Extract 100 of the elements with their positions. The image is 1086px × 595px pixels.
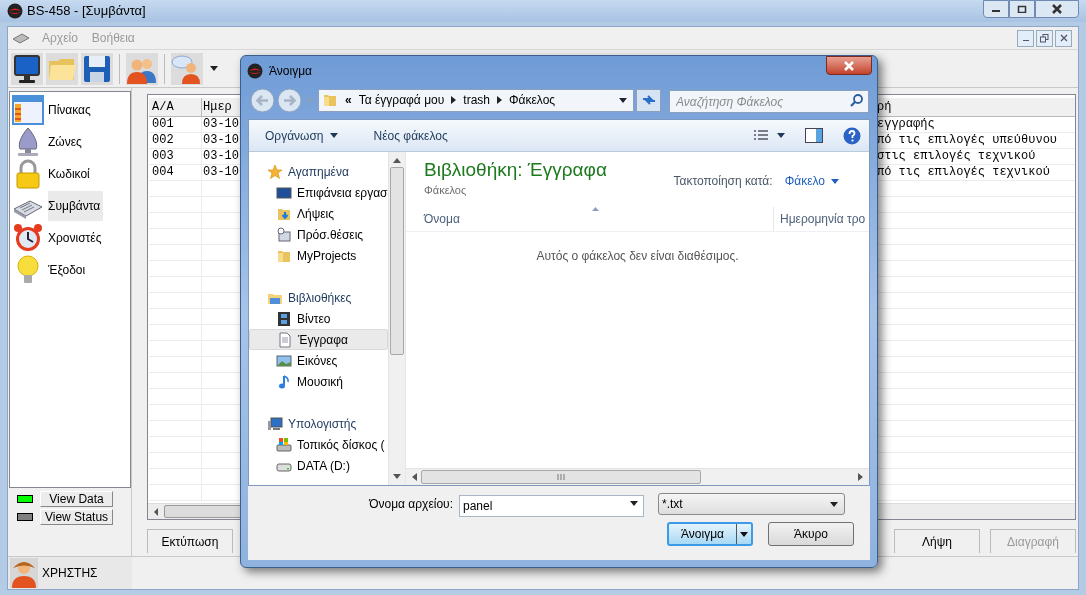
- preview-pane-icon[interactable]: [805, 128, 823, 143]
- nav-item[interactable]: DATA (D:): [249, 455, 388, 476]
- scrollbar[interactable]: [388, 152, 405, 485]
- left-arrow-icon: [412, 473, 417, 481]
- nav-item[interactable]: Συμβάντα: [48, 191, 104, 221]
- scrollbar[interactable]: [406, 468, 869, 485]
- user-icon: [10, 558, 38, 588]
- refresh-icon: [641, 94, 656, 106]
- close-button[interactable]: [826, 56, 872, 75]
- view-button[interactable]: View Data: [40, 491, 113, 507]
- view-button[interactable]: View Status: [40, 509, 113, 525]
- table-icon: [12, 95, 44, 125]
- address-bar[interactable]: « Τα έγγραφά μου trash Φάκελος: [318, 88, 635, 112]
- chat-user-icon[interactable]: [171, 52, 203, 85]
- maximize-button[interactable]: [1009, 0, 1035, 18]
- column-header[interactable]: A/A: [149, 98, 202, 116]
- nav-item[interactable]: MyProjects: [249, 245, 388, 266]
- arrange-label: Τακτοποίηση κατά:: [673, 173, 773, 190]
- breadcrumb-item[interactable]: Τα έγγραφά μου: [358, 91, 445, 109]
- forward-icon[interactable]: [277, 87, 302, 113]
- action-button[interactable]: Εκτύπωση: [147, 529, 233, 553]
- document-icon: [277, 331, 293, 348]
- help-icon[interactable]: [843, 126, 861, 145]
- refresh-button[interactable]: [636, 88, 661, 112]
- table-cell-text: εγγραφής: [876, 117, 936, 132]
- arrange-dropdown[interactable]: Φάκελο: [784, 172, 839, 190]
- dialog-button[interactable]: Άκυρο: [768, 522, 854, 546]
- command-button[interactable]: Νέος φάκελος: [365, 124, 456, 147]
- command-button[interactable]: Οργάνωση: [257, 124, 346, 147]
- desktop-icon: [276, 184, 292, 201]
- caret-icon: [831, 178, 839, 184]
- file-name-field[interactable]: panel: [459, 495, 644, 517]
- caret-icon: [210, 66, 218, 71]
- breadcrumb-overflow[interactable]: «: [345, 91, 352, 109]
- nav-group[interactable]: Υπολογιστής: [249, 413, 388, 434]
- caret-icon: [740, 531, 748, 537]
- file-type-dropdown[interactable]: *.txt: [658, 493, 845, 515]
- nav-item[interactable]: Τοπικός δίσκος (: [249, 434, 388, 455]
- table-cell: 003: [149, 149, 202, 164]
- down-arrow-icon: [393, 474, 401, 479]
- scrollbar-thumb[interactable]: [421, 470, 701, 484]
- close-icon: [1059, 34, 1068, 42]
- computer-icon: [267, 415, 283, 432]
- nav-item[interactable]: Χρονιστές: [48, 223, 105, 253]
- window-title: BS-458 - [Συμβάντα]: [27, 2, 146, 21]
- back-icon[interactable]: [250, 87, 275, 113]
- table-cell: 001: [149, 117, 202, 132]
- empty-message: Αυτός ο φάκελος δεν είναι διαθέσιμος.: [536, 248, 739, 263]
- music-note-icon: [276, 373, 292, 390]
- search-field[interactable]: Αναζήτηση Φάκελος: [669, 90, 869, 113]
- nav-item[interactable]: Έγγραφα: [249, 329, 388, 350]
- file-name-label: Όνομα αρχείου:: [368, 496, 454, 513]
- close-button[interactable]: [1055, 29, 1072, 47]
- chevron-right-icon: [497, 96, 502, 104]
- view-list-icon[interactable]: [753, 128, 769, 143]
- scrollbar-thumb[interactable]: [390, 167, 404, 355]
- table-cell-text: 03-10: [202, 165, 240, 180]
- floppy-icon[interactable]: [81, 52, 113, 85]
- table-cell-text: πό τις επιλογές υπεύθυνου: [876, 133, 1059, 148]
- column-header[interactable]: ρή: [875, 98, 1075, 116]
- nav-item[interactable]: Ζώνες: [48, 127, 85, 157]
- nav-item[interactable]: Κωδικοί: [48, 159, 93, 189]
- restore-icon: [1040, 33, 1049, 43]
- star-icon: [267, 163, 283, 180]
- table-cell: 002: [149, 133, 202, 148]
- up-arrow-icon: [393, 158, 401, 163]
- nav-group[interactable]: Αγαπημένα: [249, 161, 388, 182]
- close-icon: [843, 60, 855, 71]
- right-arrow-icon: [858, 473, 863, 481]
- image-icon: [276, 352, 292, 369]
- nav-item[interactable]: Επιφάνεια εργασ: [249, 182, 388, 203]
- nav-item[interactable]: Εικόνες: [249, 350, 388, 371]
- places-icon: [276, 226, 292, 243]
- breadcrumb-item[interactable]: Φάκελος: [509, 91, 556, 109]
- nav-item[interactable]: Βίντεο: [249, 308, 388, 329]
- nav-item[interactable]: Πρόσ.θέσεις: [249, 224, 388, 245]
- monitor-icon[interactable]: [11, 52, 43, 85]
- nav-item[interactable]: Έξοδοι: [48, 255, 89, 285]
- close-button[interactable]: [1035, 0, 1079, 18]
- action-button[interactable]: Λήψη: [894, 529, 980, 553]
- film-icon: [276, 310, 292, 327]
- users-icon[interactable]: [126, 52, 158, 85]
- caret-icon: [830, 501, 838, 507]
- table-cell-text: 03-10: [202, 133, 240, 148]
- user-label: ΧΡΗΣΤΗΣ: [42, 565, 98, 582]
- breadcrumb-item[interactable]: trash: [463, 91, 490, 109]
- sort-arrow-icon: [592, 207, 599, 211]
- column-header[interactable]: Ημερομηνία τρο: [774, 210, 866, 228]
- nav-item[interactable]: Μουσική: [249, 371, 388, 392]
- nav-item[interactable]: Λήψεις: [249, 203, 388, 224]
- dialog-button[interactable]: Άνοιγμα: [667, 522, 753, 546]
- column-header[interactable]: Ημερ: [202, 98, 242, 116]
- nav-group[interactable]: Βιβλιοθήκες: [249, 287, 388, 308]
- minimize-button[interactable]: [983, 0, 1009, 18]
- library-title: Βιβλιοθήκη: Έγγραφα: [424, 158, 607, 182]
- nav-item[interactable]: Πίνακας: [48, 95, 94, 125]
- chevron-right-icon: [451, 96, 457, 104]
- table-cell-text: πό τις επιλογές τεχνικού: [876, 165, 1051, 180]
- drive-icon: [276, 436, 292, 453]
- restore-button[interactable]: [1036, 29, 1053, 47]
